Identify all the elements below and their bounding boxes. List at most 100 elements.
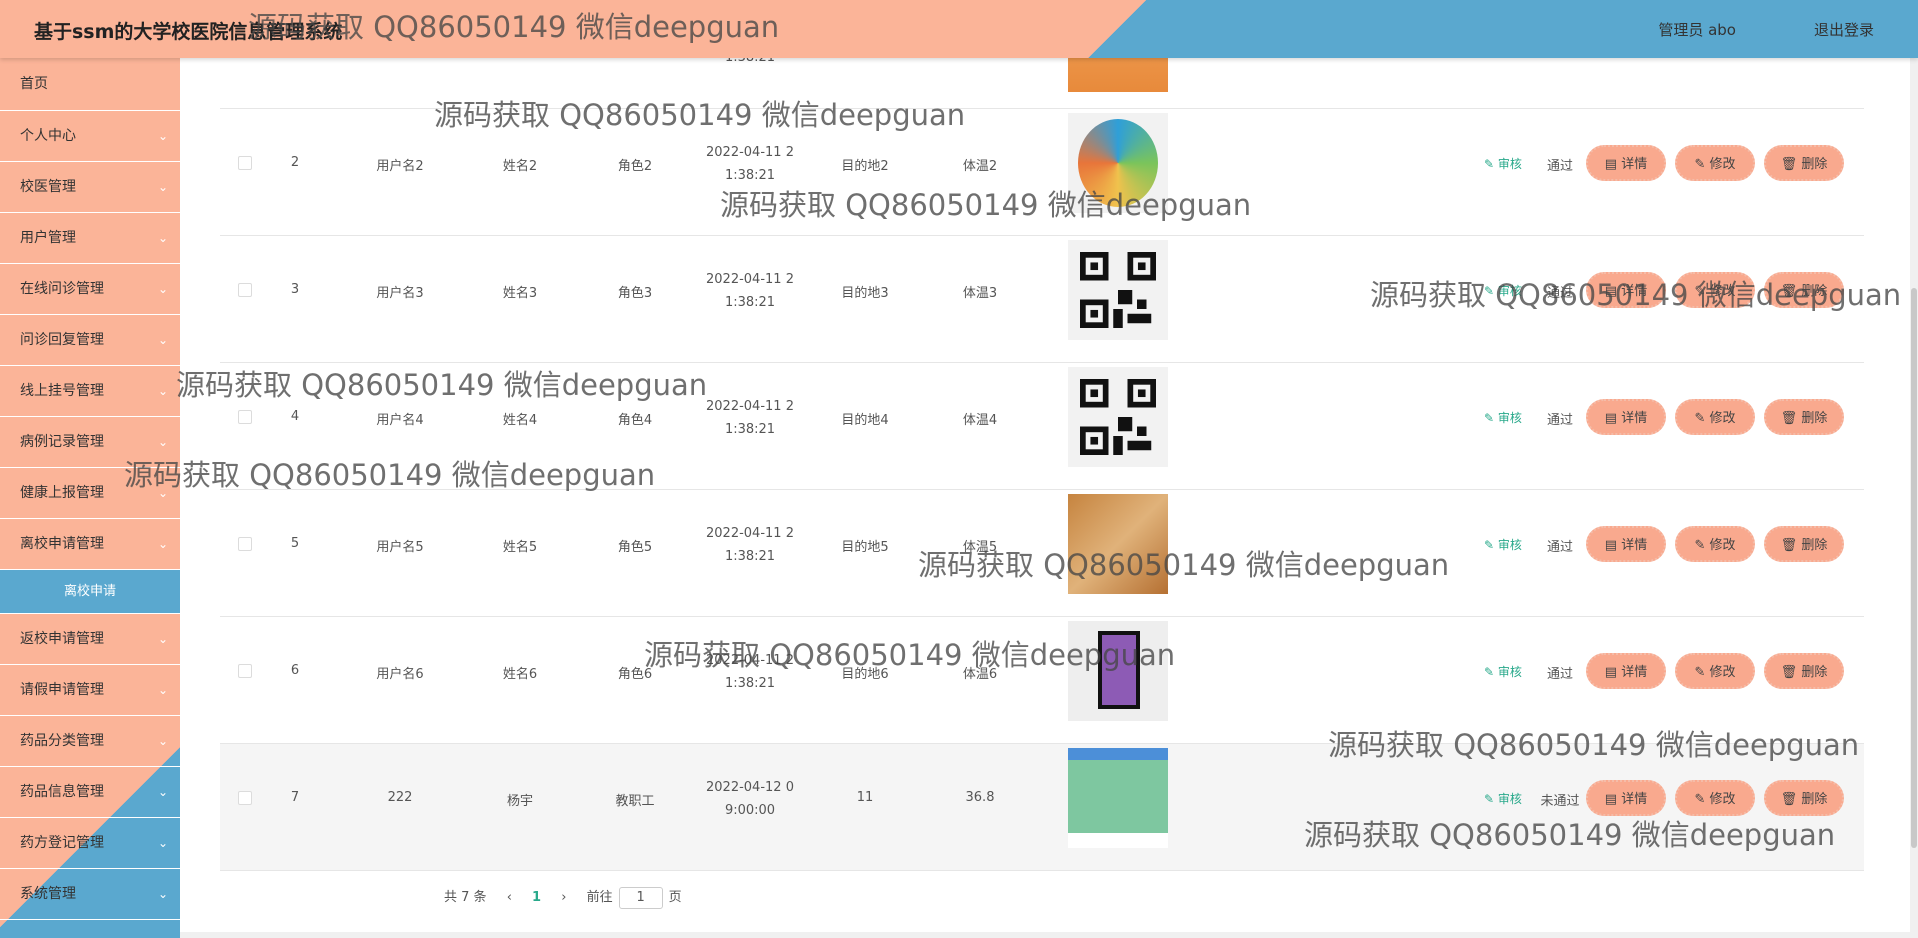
name-cell: 姓名6 [502, 667, 538, 682]
detail-button[interactable]: ▤ 详情 [1586, 653, 1666, 689]
audit-button[interactable]: ✎ 审核 [1484, 790, 1522, 807]
row-checkbox[interactable] [238, 410, 252, 424]
sidebar-item-drug-category[interactable]: 药品分类管理 ⌄ [0, 716, 180, 767]
table-row: 7 222 杨宇 教职工 2022-04-12 0 9:00:00 11 36.8 未通过 ✎ 审… [220, 744, 1864, 871]
edit-icon: ✎ [1694, 411, 1710, 426]
detail-label: 详情 [1621, 284, 1648, 299]
edit-button[interactable]: ✎ 修改 [1675, 145, 1755, 181]
temperature-cell: 体温6 [962, 667, 998, 682]
sidebar-item-drug-info[interactable]: 药品信息管理 ⌄ [0, 767, 180, 818]
audit-label: 审核 [1497, 792, 1522, 806]
sidebar-sub-leave-apply[interactable]: 离校申请 [0, 570, 180, 614]
next-page-button[interactable]: › [561, 890, 566, 905]
username-cell: 用户名3 [376, 286, 424, 301]
document-icon: ▤ [1604, 792, 1622, 807]
pagination: 共 7 条 ‹ 1 › 前往 1 页 [444, 886, 698, 909]
sidebar-item-leave-school[interactable]: 离校申请管理 ⌄ [0, 519, 180, 570]
table-row: 4 用户名4 姓名4 角色4 2022-04-11 2 1:38:21 目的地4 体温4 通过 ✎… [220, 363, 1864, 490]
row-checkbox[interactable] [238, 537, 252, 551]
chevron-down-icon: ⌄ [157, 537, 168, 551]
sidebar-item-prescription[interactable]: 药方登记管理 ⌄ [0, 818, 180, 869]
edit-button[interactable]: ✎ 修改 [1675, 780, 1755, 816]
row-checkbox[interactable] [238, 664, 252, 678]
logout-button[interactable]: 退出登录 [1814, 19, 1874, 40]
audit-button[interactable]: ✎ 审核 [1484, 409, 1522, 426]
audit-label: 审核 [1497, 538, 1522, 552]
time-line-2: 1:38:21 [724, 676, 776, 691]
sidebar-item-users[interactable]: 用户管理 ⌄ [0, 213, 180, 264]
edit-icon: ✎ [1484, 665, 1498, 679]
username-cell: 用户名5 [376, 540, 424, 555]
edit-button[interactable]: ✎ 修改 [1675, 399, 1755, 435]
page-1[interactable]: 1 [532, 890, 541, 905]
row-image [1068, 367, 1168, 467]
index-cell: 4 [290, 409, 300, 424]
chevron-down-icon: ⌄ [157, 231, 168, 245]
audit-button[interactable]: ✎ 审核 [1484, 282, 1522, 299]
page-input[interactable]: 1 [618, 887, 663, 909]
chevron-down-icon: ⌄ [157, 785, 168, 799]
destination-cell: 目的地3 [841, 286, 889, 301]
sidebar-item-label: 病例记录管理 [20, 434, 104, 450]
row-image [1068, 621, 1168, 721]
detail-button[interactable]: ▤ 详情 [1586, 145, 1666, 181]
delete-button[interactable]: 🗑 删除 [1764, 399, 1844, 435]
name-cell: 姓名3 [502, 286, 538, 301]
edit-label: 修改 [1709, 538, 1736, 553]
sidebar-item-consult[interactable]: 在线问诊管理 ⌄ [0, 264, 180, 315]
top-header: 基于ssm的大学校医院信息管理系统 管理员 abo 退出登录 [0, 0, 1918, 58]
time-line-1: 2022-04-11 2 [706, 526, 794, 541]
chevron-down-icon: ⌄ [157, 632, 168, 646]
document-icon: ▤ [1604, 538, 1622, 553]
sidebar-item-records[interactable]: 病例记录管理 ⌄ [0, 417, 180, 468]
delete-button[interactable]: 🗑 删除 [1764, 145, 1844, 181]
edit-label: 修改 [1709, 665, 1736, 680]
table-row: 6 用户名6 姓名6 角色6 2022-04-11 2 1:38:21 目的地6 体温6 通过 ✎… [220, 617, 1864, 744]
delete-label: 删除 [1801, 411, 1828, 426]
scroll-thumb[interactable] [1911, 288, 1917, 848]
delete-label: 删除 [1801, 792, 1828, 807]
main-content: 1:38:21 2 用户名2 姓名2 角色2 2022-04-11 2 1:38:21 目的… [220, 0, 1864, 938]
sidebar-item-label: 系统管理 [20, 886, 76, 902]
delete-button[interactable]: 🗑 删除 [1764, 780, 1844, 816]
row-checkbox[interactable] [238, 283, 252, 297]
edit-icon: ✎ [1694, 157, 1710, 172]
delete-label: 删除 [1801, 157, 1828, 172]
sidebar-item-reply[interactable]: 问诊回复管理 ⌄ [0, 315, 180, 366]
sidebar-item-absence[interactable]: 请假申请管理 ⌄ [0, 665, 180, 716]
name-cell: 杨宇 [506, 794, 533, 809]
audit-button[interactable]: ✎ 审核 [1484, 155, 1522, 172]
detail-button[interactable]: ▤ 详情 [1586, 272, 1666, 308]
delete-button[interactable]: 🗑 删除 [1764, 272, 1844, 308]
detail-button[interactable]: ▤ 详情 [1586, 780, 1666, 816]
audit-button[interactable]: ✎ 审核 [1484, 536, 1522, 553]
sidebar-item-doctors[interactable]: 校医管理 ⌄ [0, 162, 180, 213]
index-cell: 5 [290, 536, 300, 551]
detail-button[interactable]: ▤ 详情 [1586, 399, 1666, 435]
audit-button[interactable]: ✎ 审核 [1484, 663, 1522, 680]
sidebar-item-register[interactable]: 线上挂号管理 ⌄ [0, 366, 180, 417]
sidebar-item-system[interactable]: 系统管理 ⌄ [0, 869, 180, 920]
temperature-cell: 体温2 [962, 159, 998, 174]
detail-button[interactable]: ▤ 详情 [1586, 526, 1666, 562]
sidebar-item-personal[interactable]: 个人中心 ⌄ [0, 111, 180, 162]
edit-icon: ✎ [1694, 665, 1710, 680]
edit-icon: ✎ [1484, 284, 1498, 298]
row-checkbox[interactable] [238, 156, 252, 170]
sidebar-item-return[interactable]: 返校申请管理 ⌄ [0, 614, 180, 665]
time-line-2: 1:38:21 [724, 295, 776, 310]
delete-button[interactable]: 🗑 删除 [1764, 653, 1844, 689]
edit-button[interactable]: ✎ 修改 [1675, 526, 1755, 562]
name-cell: 姓名2 [502, 159, 538, 174]
edit-button[interactable]: ✎ 修改 [1675, 653, 1755, 689]
edit-button[interactable]: ✎ 修改 [1675, 272, 1755, 308]
row-checkbox[interactable] [238, 791, 252, 805]
vertical-scrollbar[interactable] [1910, 58, 1918, 938]
horizontal-scrollbar[interactable] [180, 932, 1910, 938]
prev-page-button[interactable]: ‹ [507, 890, 512, 905]
sidebar-item-health[interactable]: 健康上报管理 ⌄ [0, 468, 180, 519]
document-icon: ▤ [1604, 411, 1622, 426]
sidebar-item-home[interactable]: 首页 [0, 58, 180, 111]
time-cell: 2022-04-11 2 1:38:21 [685, 649, 815, 695]
delete-button[interactable]: 🗑 删除 [1764, 526, 1844, 562]
